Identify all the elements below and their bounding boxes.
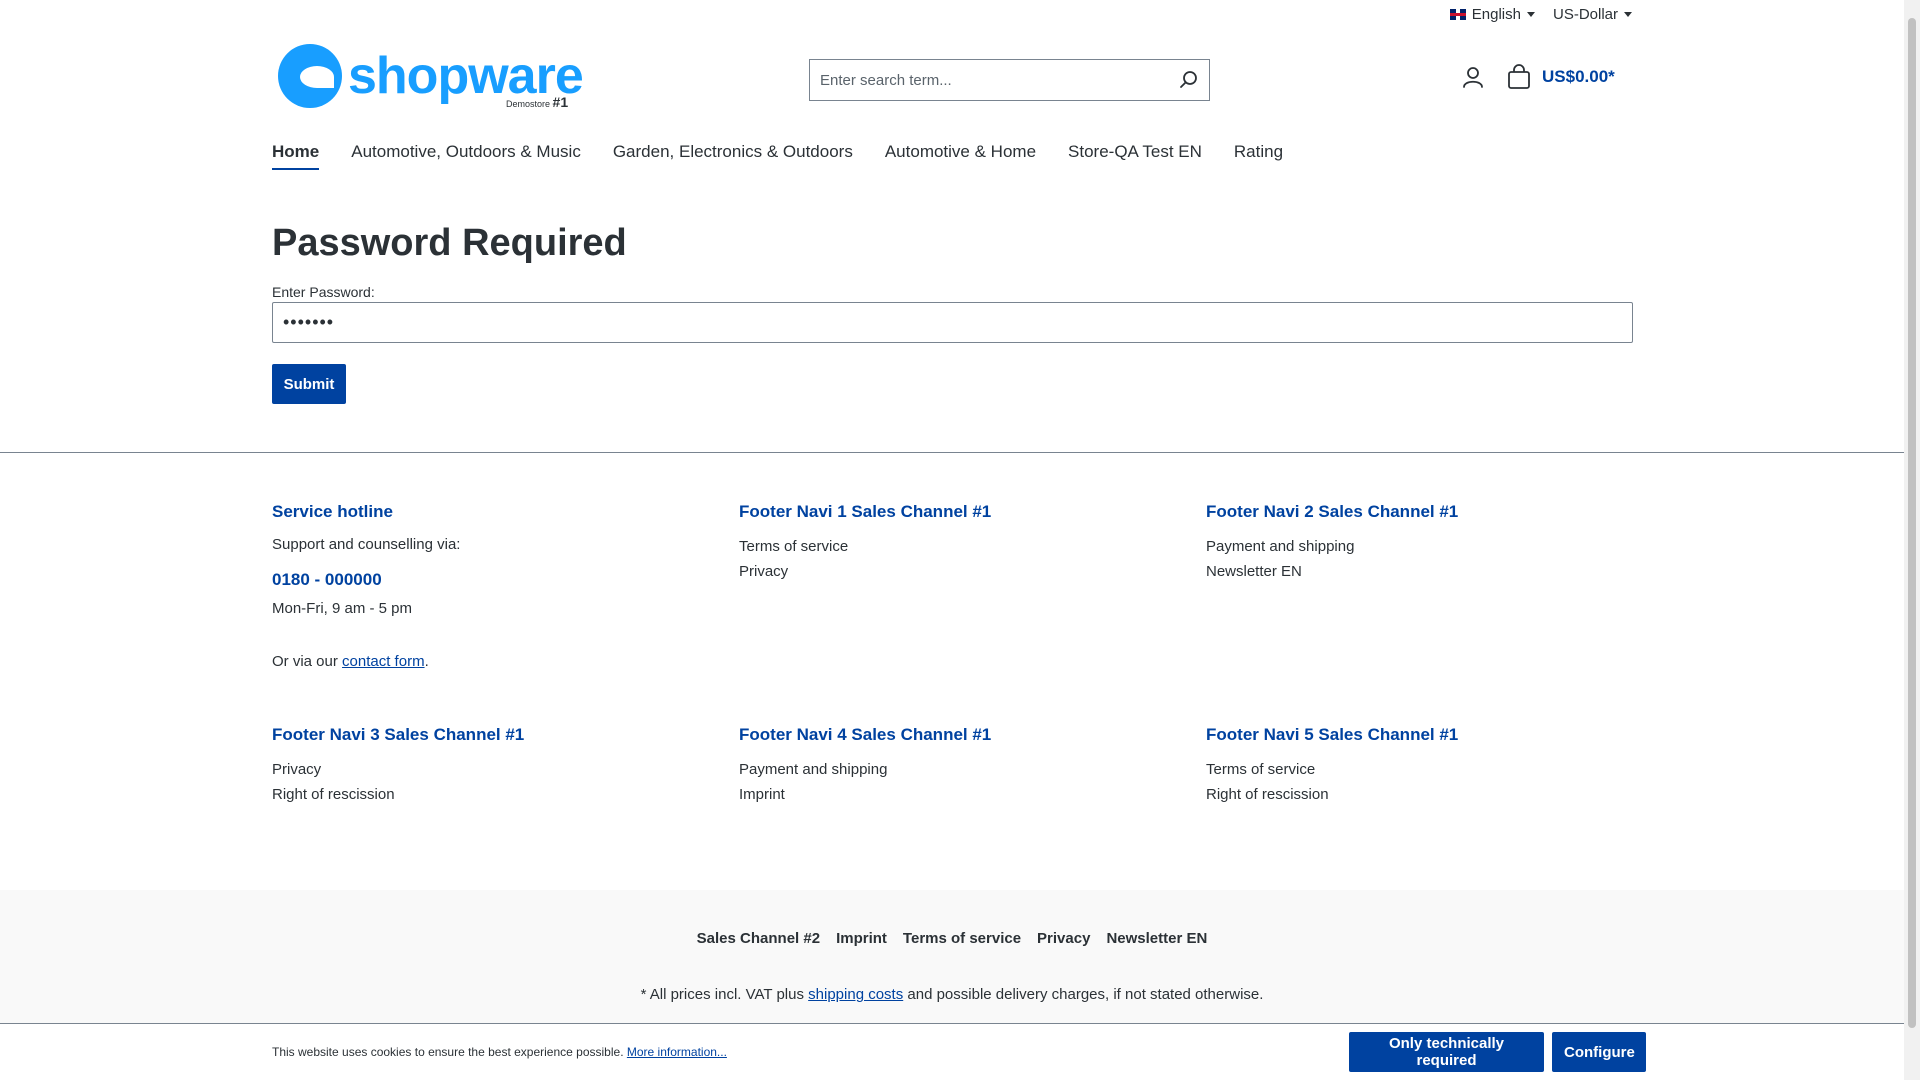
- password-field[interactable]: [272, 302, 1633, 343]
- top-bar: English US-Dollar: [1449, 6, 1632, 23]
- nav-item-home[interactable]: Home: [272, 142, 320, 170]
- logo-number: #1: [552, 94, 569, 110]
- cookie-message: This website uses cookies to ensure the …: [272, 1045, 627, 1059]
- cart-button[interactable]: US$0.00*: [1506, 64, 1615, 90]
- footer-navi-1-title: Footer Navi 1 Sales Channel #1: [739, 502, 992, 521]
- bottom-link-terms[interactable]: Terms of service: [903, 930, 1021, 947]
- footer-navi-5-title: Footer Navi 5 Sales Channel #1: [1206, 725, 1459, 744]
- contact-line: Or via our contact form.: [272, 651, 712, 673]
- bottom-link-sales-channel[interactable]: Sales Channel #2: [697, 930, 820, 947]
- footer-link[interactable]: Payment and shipping: [1206, 534, 1646, 559]
- bottom-link-privacy[interactable]: Privacy: [1037, 930, 1090, 947]
- main-navigation: Home Automotive, Outdoors & Music Garden…: [272, 142, 1283, 170]
- footer-link[interactable]: Right of rescission: [272, 782, 712, 807]
- account-icon[interactable]: [1460, 64, 1486, 90]
- only-required-button[interactable]: Only technically required: [1349, 1032, 1544, 1072]
- scrollbar-thumb[interactable]: [1908, 18, 1916, 1028]
- vat-suffix: and possible delivery charges, if not st…: [903, 986, 1264, 1003]
- nav-item-automotive-home[interactable]: Automotive & Home: [885, 142, 1036, 170]
- footer-link[interactable]: Privacy: [739, 559, 1179, 584]
- page-title: Password Required: [272, 222, 627, 264]
- nav-item-automotive-outdoors-music[interactable]: Automotive, Outdoors & Music: [351, 142, 581, 170]
- footer-divider: [0, 452, 1904, 453]
- vat-prefix: * All prices incl. VAT plus: [640, 986, 809, 1003]
- contact-prefix: Or via our: [272, 653, 343, 670]
- footer-navi-4: Footer Navi 4 Sales Channel #1 Payment a…: [739, 725, 1179, 807]
- footer-link[interactable]: Terms of service: [1206, 757, 1646, 782]
- footer-navi-3-title: Footer Navi 3 Sales Channel #1: [272, 725, 525, 744]
- language-label: English: [1471, 6, 1521, 23]
- nav-item-garden-electronics-outdoors[interactable]: Garden, Electronics & Outdoors: [613, 142, 853, 170]
- submit-button[interactable]: Submit: [272, 364, 346, 404]
- shopware-logo-icon: [278, 44, 342, 108]
- cart-total: US$0.00*: [1542, 67, 1615, 86]
- footer-service: Service hotline Support and counselling …: [272, 502, 712, 673]
- search-input[interactable]: [810, 60, 1169, 100]
- footer-navi-1: Footer Navi 1 Sales Channel #1 Terms of …: [739, 502, 1179, 584]
- page: English US-Dollar shopware Demostore #1 …: [0, 0, 1904, 1080]
- service-hours: Mon-Fri, 9 am - 5 pm: [272, 600, 413, 617]
- footer-link[interactable]: Imprint: [739, 782, 1179, 807]
- footer-link[interactable]: Right of rescission: [1206, 782, 1646, 807]
- configure-button[interactable]: Configure: [1552, 1032, 1646, 1072]
- bottom-link-newsletter[interactable]: Newsletter EN: [1106, 930, 1207, 947]
- footer-navi-4-title: Footer Navi 4 Sales Channel #1: [739, 725, 992, 744]
- cookie-bar: This website uses cookies to ensure the …: [0, 1023, 1904, 1080]
- bottom-link-imprint[interactable]: Imprint: [836, 930, 887, 947]
- chevron-down-icon: [1624, 12, 1632, 17]
- footer-navi-3: Footer Navi 3 Sales Channel #1 Privacy R…: [272, 725, 712, 807]
- chevron-down-icon: [1526, 12, 1535, 17]
- footer-bottom: Sales Channel #2 Imprint Terms of servic…: [0, 890, 1904, 1024]
- footer-link[interactable]: Terms of service: [739, 534, 1179, 559]
- cart-icon: [1508, 64, 1530, 89]
- contact-suffix: .: [424, 653, 429, 670]
- logo-sub-label: Demostore: [506, 99, 551, 109]
- nav-item-rating[interactable]: Rating: [1234, 142, 1283, 170]
- footer-navi-2: Footer Navi 2 Sales Channel #1 Payment a…: [1206, 502, 1646, 584]
- footer-link[interactable]: Newsletter EN: [1206, 559, 1646, 584]
- nav-item-store-qa-test[interactable]: Store-QA Test EN: [1068, 142, 1202, 170]
- vat-notice: * All prices incl. VAT plus shipping cos…: [0, 986, 1904, 1003]
- logo[interactable]: shopware Demostore #1: [278, 44, 584, 110]
- footer-bottom-links: Sales Channel #2 Imprint Terms of servic…: [0, 930, 1904, 947]
- service-phone[interactable]: 0180 - 000000: [272, 570, 712, 590]
- footer-navi-2-title: Footer Navi 2 Sales Channel #1: [1206, 502, 1459, 521]
- search-icon[interactable]: [1169, 60, 1209, 100]
- service-intro: Support and counselling via:: [272, 536, 461, 553]
- language-dropdown[interactable]: English: [1449, 6, 1535, 23]
- cookie-text: This website uses cookies to ensure the …: [272, 1045, 727, 1059]
- cookie-more-info-link[interactable]: More information...: [627, 1045, 727, 1059]
- header-actions: US$0.00*: [1460, 64, 1615, 90]
- currency-label: US-Dollar: [1552, 6, 1618, 23]
- footer-link[interactable]: Privacy: [272, 757, 712, 782]
- shipping-costs-link[interactable]: shipping costs: [808, 986, 903, 1003]
- currency-dropdown[interactable]: US-Dollar: [1553, 6, 1632, 23]
- contact-form-link[interactable]: contact form: [342, 653, 425, 670]
- footer-navi-5: Footer Navi 5 Sales Channel #1 Terms of …: [1206, 725, 1646, 807]
- search-box: [809, 59, 1210, 101]
- password-label: Enter Password:: [272, 284, 375, 300]
- service-title: Service hotline: [272, 502, 393, 521]
- logo-subtitle: Demostore #1: [506, 94, 568, 110]
- uk-flag-icon: [1449, 9, 1466, 20]
- scrollbar[interactable]: [1904, 0, 1920, 1080]
- footer-link[interactable]: Payment and shipping: [739, 757, 1179, 782]
